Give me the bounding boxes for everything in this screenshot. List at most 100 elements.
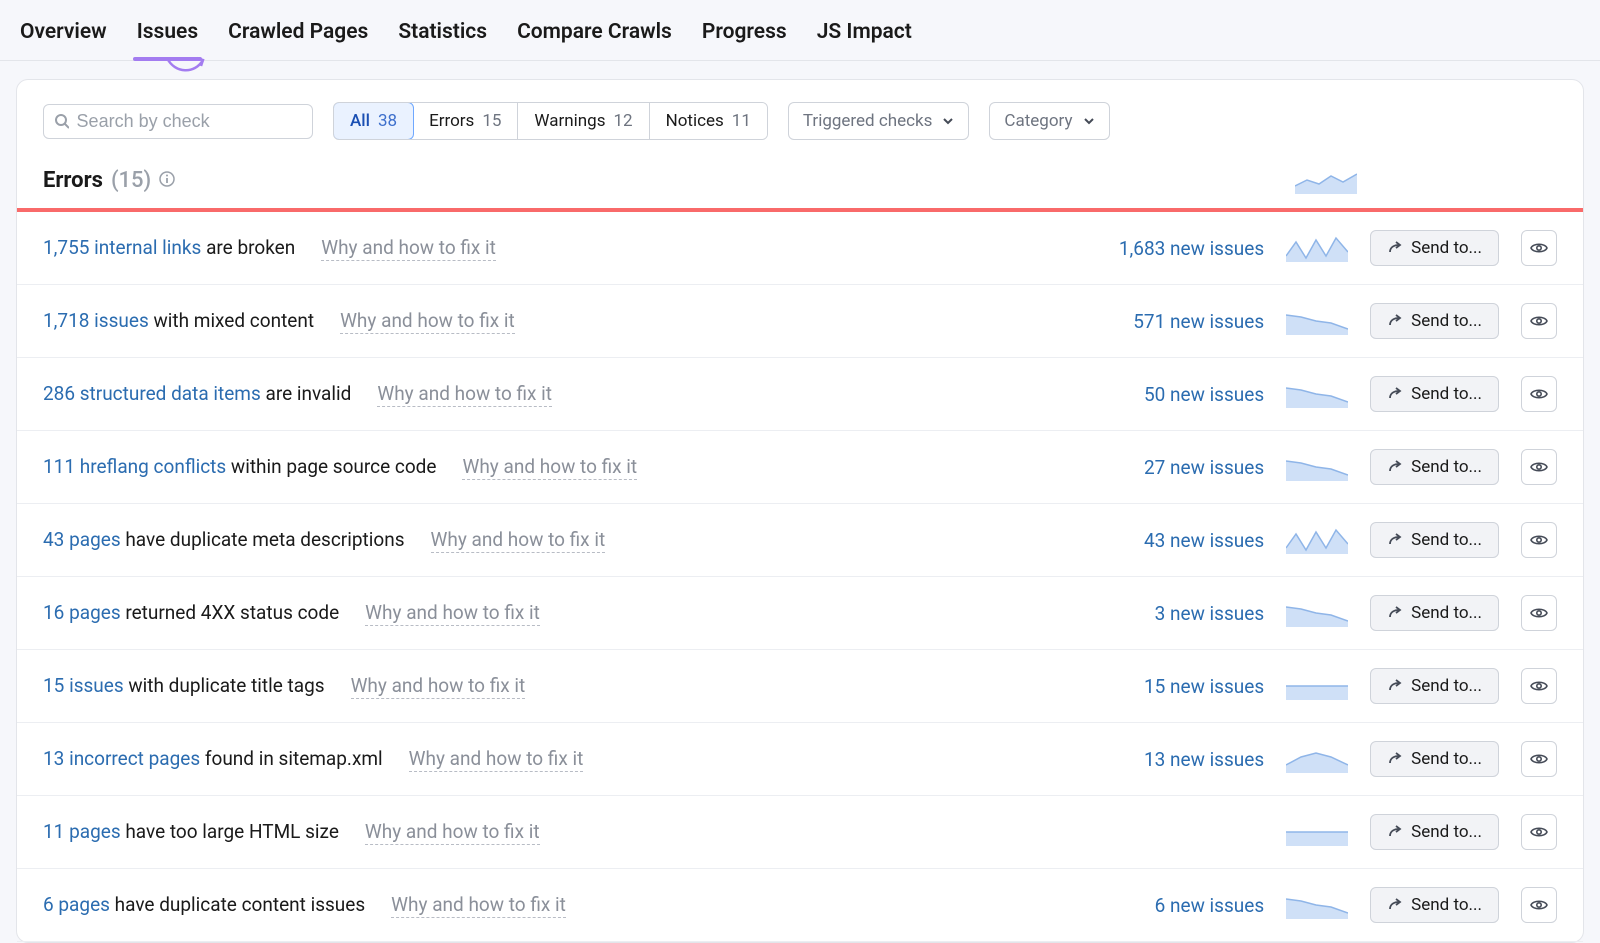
why-and-how-link[interactable]: Why and how to fix it — [431, 528, 606, 553]
eye-icon — [1529, 311, 1549, 331]
issue-link[interactable]: 6 pages — [43, 893, 110, 916]
hide-button[interactable] — [1521, 595, 1557, 631]
issue-text: are broken — [206, 236, 295, 259]
share-arrow-icon — [1387, 678, 1403, 694]
filter-seg-errors[interactable]: Errors 15 — [413, 103, 518, 139]
new-issues-link[interactable]: 43 new issues — [1104, 529, 1264, 552]
issue-description: 13 incorrect pages found in sitemap.xmlW… — [43, 747, 1082, 772]
why-and-how-link[interactable]: Why and how to fix it — [365, 820, 540, 845]
filter-count: 15 — [482, 111, 501, 131]
info-icon[interactable] — [159, 168, 175, 193]
filter-label: Warnings — [534, 111, 605, 131]
why-and-how-link[interactable]: Why and how to fix it — [377, 382, 552, 407]
issue-row: 15 issues with duplicate title tagsWhy a… — [17, 650, 1583, 723]
filter-seg-all[interactable]: All38 — [333, 102, 414, 140]
send-to-label: Send to... — [1411, 311, 1482, 331]
search-input[interactable] — [77, 111, 302, 132]
nav-tab-crawled-pages[interactable]: Crawled Pages — [224, 10, 372, 60]
hide-button[interactable] — [1521, 303, 1557, 339]
filter-count: 11 — [732, 111, 751, 131]
send-to-button[interactable]: Send to... — [1370, 522, 1499, 558]
send-to-button[interactable]: Send to... — [1370, 814, 1499, 850]
issue-row: 13 incorrect pages found in sitemap.xmlW… — [17, 723, 1583, 796]
filter-seg-warnings[interactable]: Warnings12 — [518, 103, 649, 139]
category-dropdown[interactable]: Category — [989, 102, 1109, 140]
share-arrow-icon — [1387, 386, 1403, 402]
sparkline — [1286, 599, 1348, 627]
new-issues-link[interactable]: 571 new issues — [1104, 310, 1264, 333]
hide-button[interactable] — [1521, 814, 1557, 850]
issue-description: 6 pages have duplicate content issues Why… — [43, 893, 1082, 918]
issue-text: within page source code — [231, 455, 437, 478]
hide-button[interactable] — [1521, 522, 1557, 558]
why-and-how-link[interactable]: Why and how to fix it — [340, 309, 515, 334]
issue-link[interactable]: 11 pages — [43, 820, 121, 843]
chevron-down-icon — [942, 115, 954, 127]
sparkline — [1286, 672, 1348, 700]
hide-button[interactable] — [1521, 376, 1557, 412]
nav-tab-compare-crawls[interactable]: Compare Crawls — [513, 10, 676, 60]
send-to-button[interactable]: Send to... — [1370, 668, 1499, 704]
new-issues-link[interactable]: 6 new issues — [1104, 894, 1264, 917]
issue-row: 6 pages have duplicate content issues Why… — [17, 869, 1583, 942]
new-issues-link[interactable]: 3 new issues — [1104, 602, 1264, 625]
why-and-how-link[interactable]: Why and how to fix it — [462, 455, 637, 480]
sparkline — [1286, 818, 1348, 846]
issue-row: 11 pages have too large HTML sizeWhy and… — [17, 796, 1583, 869]
issue-link[interactable]: 1,718 issues — [43, 309, 149, 332]
issue-link[interactable]: 286 structured data items — [43, 382, 261, 405]
send-to-button[interactable]: Send to... — [1370, 741, 1499, 777]
issue-link[interactable]: 13 incorrect pages — [43, 747, 200, 770]
nav-tab-progress[interactable]: Progress — [698, 10, 791, 60]
why-and-how-link[interactable]: Why and how to fix it — [409, 747, 584, 772]
share-arrow-icon — [1387, 313, 1403, 329]
send-to-button[interactable]: Send to... — [1370, 303, 1499, 339]
hide-button[interactable] — [1521, 887, 1557, 923]
issue-description: 286 structured data items are invalidWhy… — [43, 382, 1082, 407]
hide-button[interactable] — [1521, 741, 1557, 777]
why-and-how-link[interactable]: Why and how to fix it — [391, 893, 566, 918]
triggered-checks-dropdown[interactable]: Triggered checks — [788, 102, 970, 140]
issue-row: 1,755 internal links are broken Why and h… — [17, 212, 1583, 285]
filter-seg-notices[interactable]: Notices11 — [650, 103, 767, 139]
send-to-button[interactable]: Send to... — [1370, 595, 1499, 631]
issue-rows: 1,755 internal links are broken Why and h… — [17, 212, 1583, 942]
new-issues-link[interactable]: 15 new issues — [1104, 675, 1264, 698]
why-and-how-link[interactable]: Why and how to fix it — [321, 236, 496, 261]
send-to-button[interactable]: Send to... — [1370, 449, 1499, 485]
why-and-how-link[interactable]: Why and how to fix it — [351, 674, 526, 699]
search-input-wrapper[interactable] — [43, 104, 313, 139]
hide-button[interactable] — [1521, 449, 1557, 485]
issue-description: 111 hreflang conflicts within page sourc… — [43, 455, 1082, 480]
filter-label: Errors — [429, 111, 474, 131]
hide-button[interactable] — [1521, 668, 1557, 704]
issue-link[interactable]: 15 issues — [43, 674, 124, 697]
new-issues-link[interactable]: 27 new issues — [1104, 456, 1264, 479]
issue-text: have duplicate content issues — [115, 893, 366, 916]
new-issues-link[interactable]: 50 new issues — [1104, 383, 1264, 406]
nav-tab-statistics[interactable]: Statistics — [394, 10, 491, 60]
issue-link[interactable]: 1,755 internal links — [43, 236, 201, 259]
issue-text: returned 4XX status code — [125, 601, 339, 624]
eye-icon — [1529, 238, 1549, 258]
send-to-button[interactable]: Send to... — [1370, 887, 1499, 923]
eye-icon — [1529, 822, 1549, 842]
issues-panel: All38 Errors 15 Warnings12Notices11 Trigger… — [16, 79, 1584, 943]
issue-link[interactable]: 43 pages — [43, 528, 121, 551]
send-to-button[interactable]: Send to... — [1370, 230, 1499, 266]
filter-count: 38 — [378, 111, 397, 131]
nav-tab-overview[interactable]: Overview — [16, 10, 111, 60]
filter-segmented-control: All38 Errors 15 Warnings12Notices11 — [333, 102, 768, 140]
issue-link[interactable]: 111 hreflang conflicts — [43, 455, 226, 478]
issue-row: 16 pages returned 4XX status code Why and… — [17, 577, 1583, 650]
nav-tab-js-impact[interactable]: JS Impact — [813, 10, 916, 60]
new-issues-link[interactable]: 1,683 new issues — [1104, 237, 1264, 260]
chevron-down-icon — [1083, 115, 1095, 127]
issue-row: 286 structured data items are invalidWhy… — [17, 358, 1583, 431]
send-to-button[interactable]: Send to... — [1370, 376, 1499, 412]
why-and-how-link[interactable]: Why and how to fix it — [365, 601, 540, 626]
eye-icon — [1529, 749, 1549, 769]
new-issues-link[interactable]: 13 new issues — [1104, 748, 1264, 771]
hide-button[interactable] — [1521, 230, 1557, 266]
issue-link[interactable]: 16 pages — [43, 601, 121, 624]
